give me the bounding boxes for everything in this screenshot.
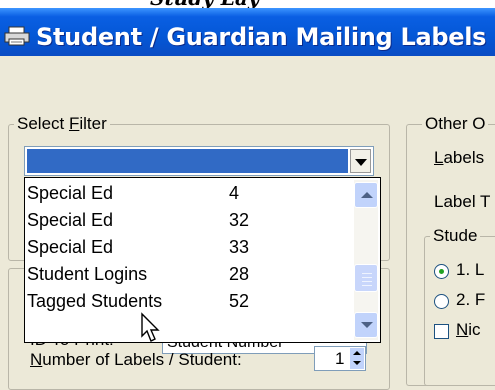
scroll-up-button[interactable]: [354, 182, 378, 208]
filter-dropdown-list[interactable]: Special Ed 4 Special Ed 32 Special Ed 33…: [24, 177, 381, 343]
radio-option-2-label: 2. F: [456, 290, 486, 309]
radio-option-2[interactable]: [434, 294, 449, 309]
spinner-value: 1: [335, 349, 345, 368]
other-options-legend: Other O: [422, 114, 489, 134]
chevron-down-icon: [361, 322, 373, 328]
labels-option-label: Labels: [434, 148, 485, 167]
chevron-up-icon: [353, 351, 361, 355]
chevron-down-icon: [353, 361, 361, 365]
student-group-legend: Stude: [430, 226, 481, 246]
combo-selected-value: [27, 149, 348, 173]
radio-option-1-label: 1. L: [456, 260, 485, 279]
chevron-down-icon: [355, 159, 367, 166]
scroll-down-button[interactable]: [354, 312, 378, 338]
mouse-cursor-icon: [141, 312, 160, 342]
label-type-label: Label T: [434, 192, 491, 211]
labels-per-student-spinner[interactable]: 1: [314, 346, 366, 371]
combo-dropdown-button[interactable]: [350, 149, 371, 173]
top-band: Study Lay: [0, 0, 495, 8]
option-checkbox[interactable]: [434, 324, 449, 339]
dropdown-scrollbar[interactable]: [354, 180, 378, 340]
window-title: Student / Guardian Mailing Labels: [36, 23, 487, 51]
labels-per-student-label: Number of Labels / Student:: [30, 350, 242, 369]
title-bar: Student / Guardian Mailing Labels: [0, 8, 495, 56]
radio-option-1[interactable]: [434, 264, 449, 279]
printer-icon: [4, 26, 30, 46]
cropped-heading: Study Lay: [150, 0, 259, 8]
select-filter-legend: Select Filter: [14, 114, 110, 134]
student-group: [424, 236, 495, 386]
select-filter-combobox[interactable]: [24, 146, 374, 176]
option-checkbox-label: Nic: [456, 320, 481, 339]
chevron-up-icon: [361, 192, 373, 198]
scroll-thumb[interactable]: [354, 264, 378, 292]
spin-down-button[interactable]: [350, 358, 364, 369]
